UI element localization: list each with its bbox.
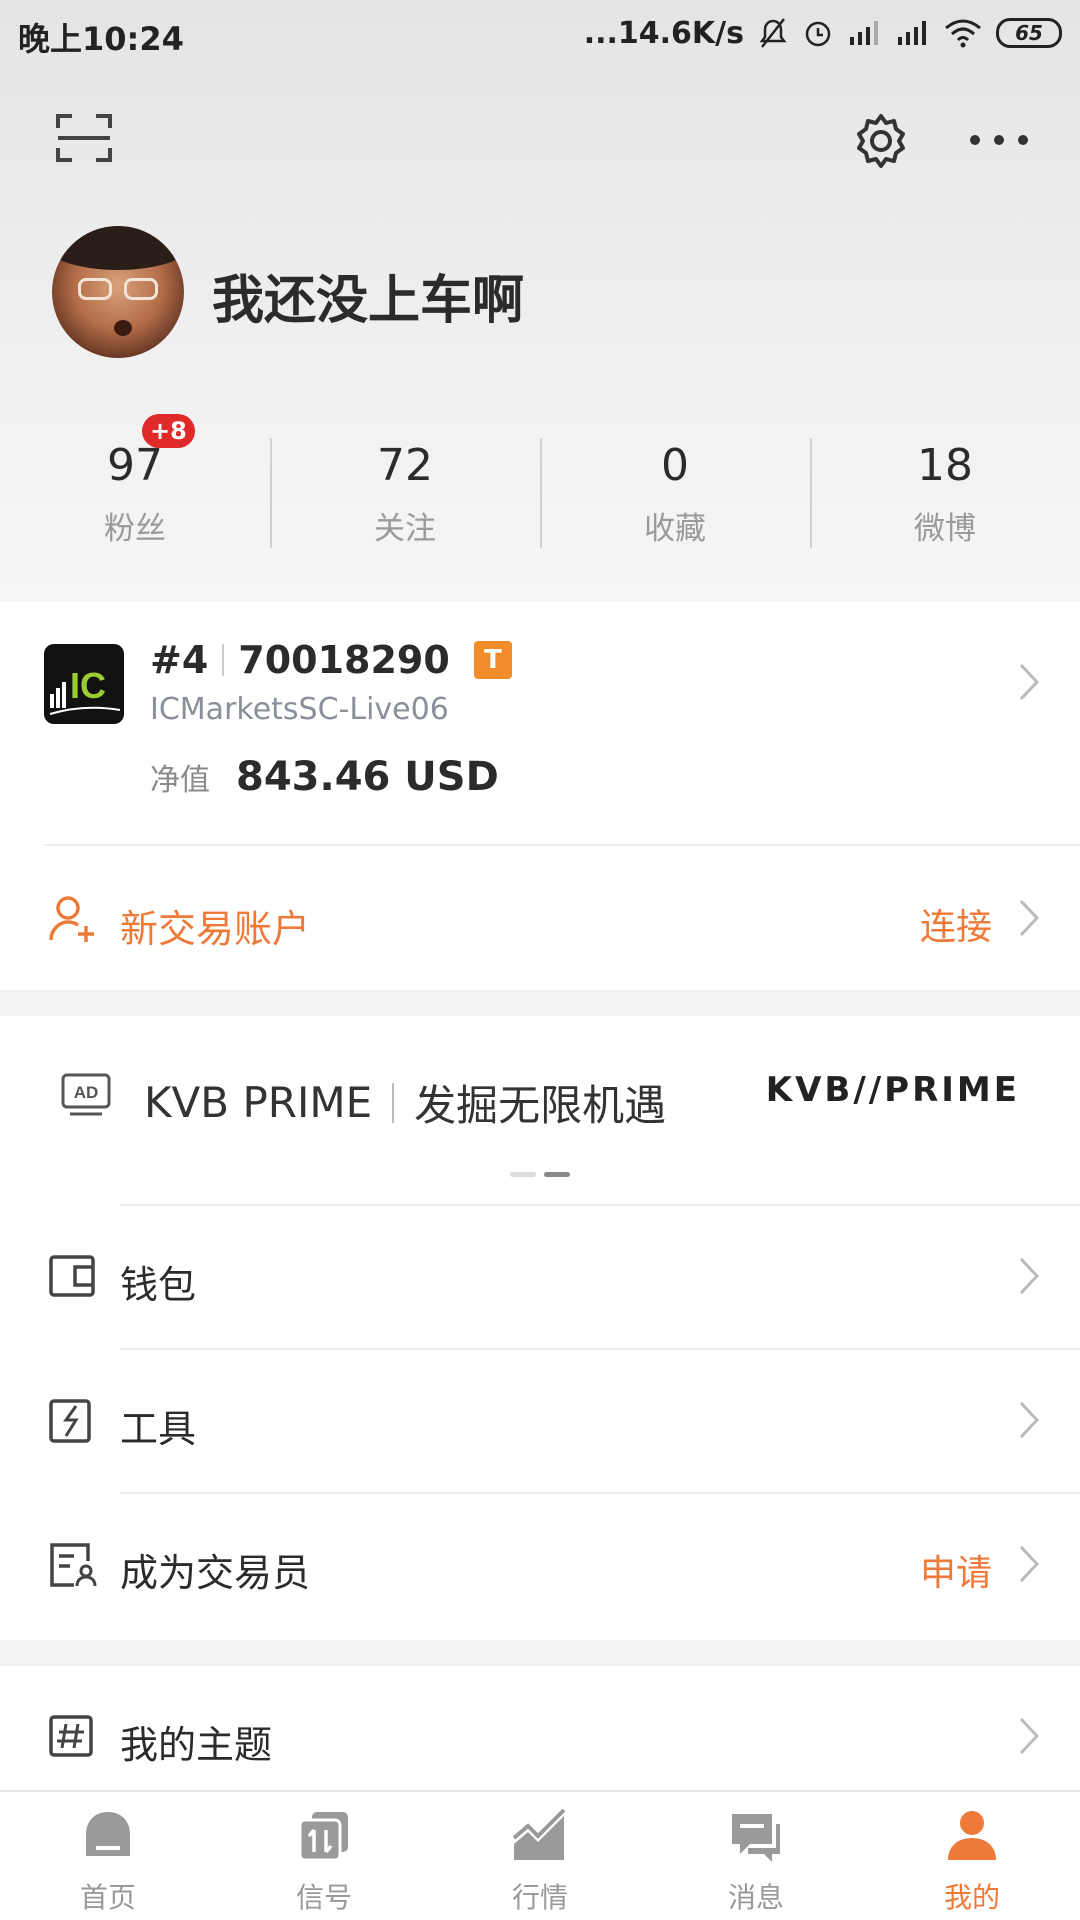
- stat-fans[interactable]: 97 粉丝 +8: [0, 414, 270, 552]
- account-equity: 净值 843.46 USD: [150, 754, 499, 800]
- wallet-icon: [49, 1255, 95, 1297]
- gear-icon: [857, 114, 905, 168]
- stat-value: 18: [917, 440, 973, 491]
- trading-account-card: IC #4 70018290 T ICMarketsSC-Live06 净值 8…: [0, 602, 1080, 990]
- signal-icon: [850, 21, 878, 45]
- account-rank: #4: [150, 638, 209, 682]
- battery-level: 65: [1015, 21, 1043, 45]
- username[interactable]: 我还没上车啊: [212, 258, 524, 333]
- chevron-right-icon: [1019, 1545, 1040, 1583]
- ad-banner[interactable]: AD KVB PRIME 发掘无限机遇 KVB//PRIME: [0, 1016, 1080, 1204]
- chevron-right-icon: [1019, 1257, 1040, 1295]
- chevron-right-icon: [1019, 1401, 1040, 1439]
- chevron-right-icon: [1019, 899, 1040, 937]
- stat-value: 0: [661, 440, 689, 491]
- broker-logo: IC: [44, 644, 124, 724]
- status-time: 晚上10:24: [18, 20, 184, 58]
- stat-favorites[interactable]: 0 收藏: [540, 428, 810, 552]
- menu-tools[interactable]: 工具: [0, 1348, 1080, 1492]
- tab-label: 行情: [511, 1881, 568, 1914]
- svg-text:AD: AD: [74, 1083, 99, 1102]
- equity-value: 843.46 USD: [236, 754, 499, 800]
- stats-bar: 97 粉丝 +8 72 关注 0 收藏 18 微博: [0, 414, 1080, 552]
- status-bar: 晚上10:24 ...14.6K/s 65: [0, 0, 1080, 66]
- tools-icon: [49, 1399, 91, 1443]
- ad-brand-text: KVB PRIME: [144, 1078, 373, 1127]
- ad-icon: AD: [61, 1073, 111, 1116]
- signals-icon: [298, 1812, 348, 1862]
- alarm-icon: [805, 21, 831, 47]
- chevron-right-icon: [1019, 1717, 1040, 1755]
- more-button[interactable]: [964, 120, 1034, 160]
- account-number: 70018290: [238, 638, 450, 682]
- menu-label: 我的主题: [120, 1723, 273, 1767]
- connect-button[interactable]: 连接: [920, 898, 992, 950]
- market-chart-icon: [512, 1808, 566, 1860]
- account-title[interactable]: #4 70018290 T: [150, 638, 512, 682]
- scan-button[interactable]: [52, 106, 116, 170]
- bottom-tab-bar: 首页 信号 行情 消息 我的: [0, 1790, 1080, 1920]
- ad-brand-logo: KVB//PRIME: [765, 1070, 1020, 1110]
- tab-label: 消息: [727, 1881, 784, 1914]
- menu-my-topics[interactable]: 我的主题: [0, 1666, 1080, 1790]
- add-user-icon: [49, 896, 94, 942]
- ad-text: KVB PRIME 发掘无限机遇: [144, 1072, 666, 1133]
- stat-value: 72: [377, 440, 433, 491]
- signal-icon-2: [898, 21, 926, 45]
- stat-label: 收藏: [644, 511, 706, 547]
- menu-label: 工具: [120, 1407, 197, 1451]
- stat-following[interactable]: 72 关注: [270, 428, 540, 552]
- battery-icon: 65: [996, 18, 1062, 48]
- ad-slogan: 发掘无限机遇: [414, 1081, 667, 1130]
- trader-id-icon: [50, 1543, 97, 1587]
- menu-wallet[interactable]: 钱包: [0, 1204, 1080, 1348]
- tab-signals[interactable]: 信号: [216, 1792, 432, 1920]
- more-dots-icon: [970, 135, 1028, 145]
- avatar[interactable]: [52, 226, 184, 358]
- stat-label: 微博: [914, 511, 976, 547]
- carousel-indicator: [510, 1172, 570, 1177]
- account-server: ICMarketsSC-Live06: [150, 692, 449, 727]
- stat-value: 97: [107, 440, 163, 491]
- tab-market[interactable]: 行情: [432, 1792, 648, 1920]
- wifi-icon: [945, 19, 981, 48]
- new-account-label: 新交易账户: [120, 907, 311, 951]
- tab-label: 信号: [295, 1881, 352, 1914]
- new-trading-account-row[interactable]: 新交易账户 连接: [0, 846, 1080, 990]
- hashtag-icon: [49, 1715, 93, 1757]
- svg-text:IC: IC: [70, 665, 106, 706]
- tab-label: 首页: [79, 1881, 136, 1914]
- new-fans-badge: +8: [142, 414, 195, 448]
- stat-label: 关注: [374, 511, 436, 547]
- profile-header: 晚上10:24 ...14.6K/s 65 我还没上车啊 97 粉丝 +8 72…: [0, 0, 1080, 602]
- apply-button[interactable]: 申请: [920, 1544, 992, 1596]
- network-speed: ...14.6K/s: [583, 15, 744, 51]
- scan-icon: [56, 114, 112, 162]
- messages-icon: [732, 1814, 780, 1862]
- chevron-right-icon[interactable]: [1018, 662, 1040, 702]
- menu-become-trader[interactable]: 成为交易员 申请: [0, 1492, 1080, 1636]
- stat-posts[interactable]: 18 微博: [810, 428, 1080, 552]
- tab-label: 我的: [943, 1881, 1000, 1914]
- equity-label: 净值: [150, 763, 210, 798]
- mute-bell-icon: [759, 18, 787, 48]
- menu-label: 成为交易员: [120, 1551, 311, 1595]
- tab-home[interactable]: 首页: [0, 1792, 216, 1920]
- tab-messages[interactable]: 消息: [648, 1792, 864, 1920]
- settings-button[interactable]: [850, 110, 912, 172]
- home-icon: [86, 1812, 130, 1856]
- menu-label: 钱包: [120, 1263, 197, 1307]
- account-type-badge: T: [473, 641, 512, 679]
- tab-me[interactable]: 我的: [864, 1792, 1080, 1920]
- user-icon: [948, 1811, 996, 1860]
- stat-label: 粉丝: [104, 511, 166, 547]
